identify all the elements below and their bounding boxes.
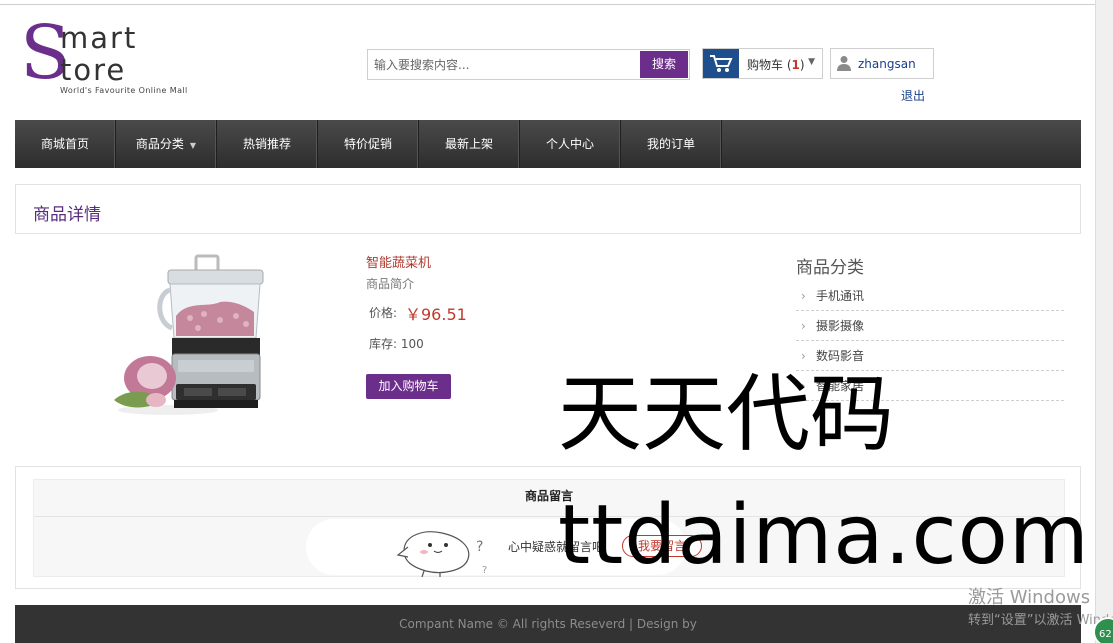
nav-item-home[interactable]: 商城首页 xyxy=(15,120,116,168)
chevron-down-icon: ▼ xyxy=(189,141,197,150)
footer-text: Compant Name © All rights Reseverd | Des… xyxy=(399,617,697,631)
top-divider xyxy=(0,4,1095,5)
logo-word-mart: mart xyxy=(60,21,138,55)
activate-windows-title: 激活 Windows xyxy=(968,587,1091,608)
watermark-url: ttdaima.com xyxy=(558,488,1090,583)
product-image xyxy=(108,250,273,418)
price-value: ￥96.51 xyxy=(405,305,467,324)
search-box: 搜索 xyxy=(367,49,690,80)
logo-tagline: World's Favourite Online Mall xyxy=(60,86,188,95)
site-logo[interactable]: S mart tore World's Favourite Online Mal… xyxy=(20,16,200,102)
price-label: 价格: xyxy=(369,306,398,320)
main-nav: 商城首页 商品分类 ▼ 热销推荐 特价促销 最新上架 个人中心 我的订单 xyxy=(15,120,1081,168)
stock-info: 库存: 100 xyxy=(369,337,424,351)
product-intro: 商品简介 xyxy=(366,277,415,291)
scrollbar-area[interactable] xyxy=(1095,0,1113,643)
svg-text:?: ? xyxy=(482,565,487,576)
category-title: 商品分类 xyxy=(796,258,864,278)
nav-item-hot[interactable]: 热销推荐 xyxy=(217,120,318,168)
cart-dropdown[interactable]: 购物车 (1) ▼ xyxy=(702,48,823,79)
page-title: 商品详情 xyxy=(33,205,101,225)
page: S mart tore World's Favourite Online Mal… xyxy=(0,0,1095,643)
mascot-icon: ? ? xyxy=(394,525,494,580)
chevron-down-icon: ▼ xyxy=(808,57,815,67)
detail-header: 商品详情 xyxy=(15,184,1081,234)
logo-word-tore: tore xyxy=(60,53,127,87)
nav-item-new[interactable]: 最新上架 xyxy=(419,120,520,168)
category-item-phone[interactable]: 手机通讯 xyxy=(796,281,1064,311)
product-name: 智能蔬菜机 xyxy=(366,256,432,271)
user-account[interactable]: zhangsan xyxy=(830,48,934,79)
watermark-text: 天天代码 xyxy=(558,365,895,463)
activate-windows-hint: 转到“设置”以激活 Windows。 xyxy=(968,613,1113,628)
nav-item-sale[interactable]: 特价促销 xyxy=(318,120,419,168)
svg-text:?: ? xyxy=(476,539,483,555)
cart-count: 1 xyxy=(791,58,800,72)
cart-icon xyxy=(703,49,739,78)
user-icon xyxy=(837,55,851,74)
category-item-camera[interactable]: 摄影摄像 xyxy=(796,311,1064,341)
search-button[interactable]: 搜索 xyxy=(640,51,688,78)
tray-badge[interactable]: 62 xyxy=(1093,617,1113,643)
nav-item-categories[interactable]: 商品分类 ▼ xyxy=(116,120,217,168)
username-link[interactable]: zhangsan xyxy=(858,57,916,71)
search-input[interactable] xyxy=(368,50,640,79)
nav-item-profile[interactable]: 个人中心 xyxy=(520,120,621,168)
logout-link[interactable]: 退出 xyxy=(901,87,925,104)
cart-label: 购物车 (1) xyxy=(747,58,805,72)
add-to-cart-button[interactable]: 加入购物车 xyxy=(366,374,451,399)
footer: Compant Name © All rights Reseverd | Des… xyxy=(15,605,1081,643)
nav-item-orders[interactable]: 我的订单 xyxy=(621,120,722,168)
